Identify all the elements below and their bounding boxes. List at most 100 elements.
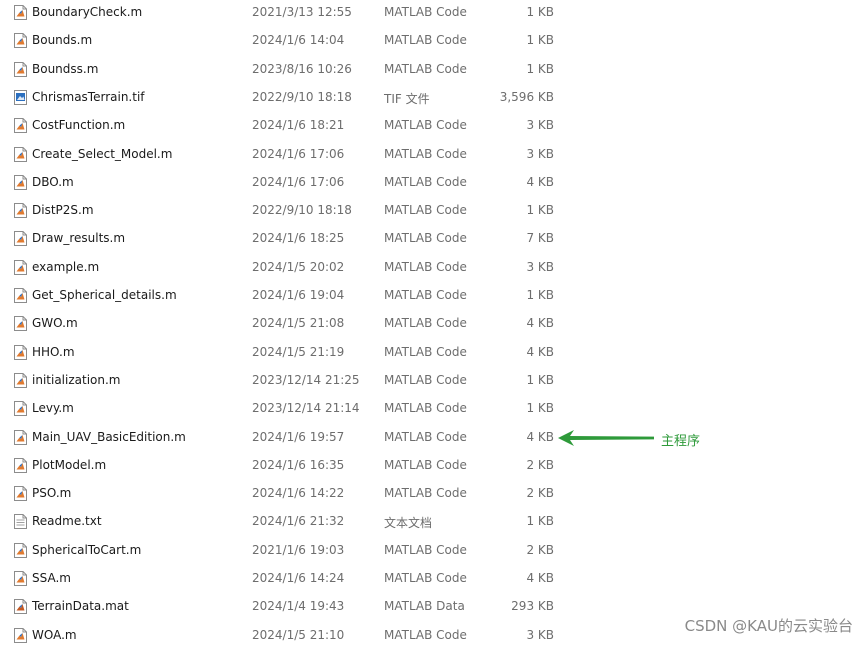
file-size: 4 KB <box>526 571 554 585</box>
annotation-label: 主程序 <box>661 434 701 449</box>
matlab-code-file-icon <box>14 486 27 502</box>
file-date: 2024/1/6 14:22 <box>252 486 345 501</box>
file-size: 293 KB <box>511 599 554 614</box>
file-name: SphericalToCart.m <box>32 542 142 557</box>
file-name: Boundss.m <box>32 61 99 76</box>
file-date: 2024/1/5 20:02 <box>252 259 345 274</box>
file-size: 3 KB <box>526 146 554 161</box>
file-name: BoundaryCheck.m <box>32 5 143 19</box>
file-type: MATLAB Code <box>384 5 467 19</box>
file-type: MATLAB Code <box>384 627 467 642</box>
file-row[interactable]: Boundss.m 2023/8/16 10:26 MATLAB Code 1 KB <box>0 57 600 83</box>
file-size: 1 KB <box>526 372 554 387</box>
file-row[interactable]: SSA.m 2024/1/6 14:24 MATLAB Code 4 KB <box>0 566 600 592</box>
file-name: example.m <box>32 259 100 274</box>
file-row[interactable]: Readme.txt 2024/1/6 21:32 文本文档 1 KB <box>0 509 600 535</box>
matlab-code-file-icon <box>14 372 27 388</box>
file-row[interactable]: Main_UAV_BasicEdition.m 2024/1/6 19:57 MAT… <box>0 425 600 451</box>
file-name: HHO.m <box>32 344 75 359</box>
file-row[interactable]: Draw_results.m 2024/1/6 18:25 MATLAB Code 7… <box>0 226 600 252</box>
file-name: initialization.m <box>32 372 121 387</box>
file-row[interactable]: WOA.m 2024/1/5 21:10 MATLAB Code 3 KB <box>0 623 600 649</box>
file-size: 2 KB <box>526 542 554 557</box>
file-name: SSA.m <box>32 571 71 585</box>
file-type: TIF 文件 <box>384 91 430 106</box>
file-row[interactable]: Create_Select_Model.m 2024/1/6 17:06 MATLA… <box>0 142 600 168</box>
file-name: PlotModel.m <box>32 457 107 472</box>
file-row[interactable]: DBO.m 2024/1/6 17:06 MATLAB Code 4 KB <box>0 170 600 196</box>
file-type: MATLAB Code <box>384 571 467 585</box>
annotation-arrow <box>558 430 654 446</box>
file-type: MATLAB Code <box>384 457 467 472</box>
matlab-code-file-icon <box>14 33 27 49</box>
file-name: GWO.m <box>32 316 78 331</box>
file-row[interactable]: DistP2S.m 2022/9/10 18:18 MATLAB Code 1 KB <box>0 198 600 224</box>
file-row[interactable]: PSO.m 2024/1/6 14:22 MATLAB Code 2 KB <box>0 481 600 507</box>
matlab-code-file-icon <box>14 457 27 473</box>
file-row[interactable]: CostFunction.m 2024/1/6 18:21 MATLAB Code 3… <box>0 113 600 139</box>
file-type: MATLAB Code <box>384 316 467 331</box>
file-row[interactable]: PlotModel.m 2024/1/6 16:35 MATLAB Code 2 KB <box>0 453 600 479</box>
file-size: 4 KB <box>526 316 554 331</box>
file-date: 2023/12/14 21:25 <box>252 372 360 387</box>
file-type: MATLAB Code <box>384 259 467 274</box>
file-date: 2024/1/6 17:06 <box>252 146 345 161</box>
file-row[interactable]: TerrainData.mat 2024/1/4 19:43 MATLAB Data… <box>0 594 600 620</box>
matlab-code-file-icon <box>14 316 27 332</box>
file-size: 1 KB <box>526 5 554 19</box>
file-name: TerrainData.mat <box>32 599 129 614</box>
file-size: 1 KB <box>526 203 554 218</box>
file-name: Readme.txt <box>32 514 102 529</box>
file-size: 4 KB <box>526 174 554 189</box>
matlab-code-file-icon <box>14 231 27 247</box>
file-type: MATLAB Code <box>384 344 467 359</box>
file-name: DistP2S.m <box>32 203 94 218</box>
file-row[interactable]: Get_Spherical_details.m 2024/1/6 19:04 MAT… <box>0 283 600 309</box>
file-row[interactable]: ChrismasTerrain.tif 2022/9/10 18:18 TIF 文件… <box>0 85 600 111</box>
matlab-code-file-icon <box>14 203 27 219</box>
file-size: 1 KB <box>526 61 554 76</box>
file-name: Get_Spherical_details.m <box>32 288 177 302</box>
file-type: MATLAB Code <box>384 61 467 76</box>
file-name: PSO.m <box>32 486 72 501</box>
file-size: 2 KB <box>526 486 554 501</box>
file-size: 1 KB <box>526 288 554 302</box>
matlab-code-file-icon <box>14 542 27 558</box>
file-name: CostFunction.m <box>32 118 126 133</box>
file-row[interactable]: SphericalToCart.m 2021/1/6 19:03 MATLAB Co… <box>0 538 600 564</box>
matlab-code-file-icon <box>14 259 27 275</box>
file-type: MATLAB Code <box>384 372 467 387</box>
file-type: MATLAB Code <box>384 401 467 416</box>
file-type: MATLAB Data <box>384 599 465 614</box>
file-date: 2023/8/16 10:26 <box>252 61 352 76</box>
file-row[interactable]: GWO.m 2024/1/5 21:08 MATLAB Code 4 KB <box>0 311 600 337</box>
file-row[interactable]: Levy.m 2023/12/14 21:14 MATLAB Code 1 KB <box>0 396 600 422</box>
file-row[interactable]: example.m 2024/1/5 20:02 MATLAB Code 3 KB <box>0 255 600 281</box>
file-size: 7 KB <box>526 231 554 246</box>
file-date: 2021/1/6 19:03 <box>252 542 345 557</box>
matlab-code-file-icon <box>14 344 27 360</box>
file-size: 1 KB <box>526 401 554 416</box>
file-date: 2024/1/6 17:06 <box>252 174 345 189</box>
file-row[interactable]: HHO.m 2024/1/5 21:19 MATLAB Code 4 KB <box>0 340 600 366</box>
file-type: MATLAB Code <box>384 231 467 246</box>
file-type: MATLAB Code <box>384 429 467 444</box>
file-size: 1 KB <box>526 514 554 529</box>
file-type: MATLAB Code <box>384 174 467 189</box>
matlab-code-file-icon <box>14 5 27 20</box>
matlab-code-file-icon <box>14 118 27 134</box>
file-row[interactable]: Bounds.m 2024/1/6 14:04 MATLAB Code 1 KB <box>0 28 600 54</box>
file-size: 3 KB <box>526 118 554 133</box>
file-size: 1 KB <box>526 33 554 48</box>
file-name: Bounds.m <box>32 33 93 48</box>
file-name: DBO.m <box>32 174 74 189</box>
file-size: 3 KB <box>526 259 554 274</box>
file-row[interactable]: BoundaryCheck.m 2021/3/13 12:55 MATLAB Cod… <box>0 0 600 26</box>
file-date: 2021/3/13 12:55 <box>252 5 352 19</box>
file-date: 2024/1/6 14:04 <box>252 33 345 48</box>
file-type: MATLAB Code <box>384 118 467 133</box>
file-date: 2024/1/6 18:25 <box>252 231 345 246</box>
file-type: MATLAB Code <box>384 203 467 218</box>
file-row[interactable]: initialization.m 2023/12/14 21:25 MATLAB C… <box>0 368 600 394</box>
file-date: 2024/1/6 16:35 <box>252 457 345 472</box>
